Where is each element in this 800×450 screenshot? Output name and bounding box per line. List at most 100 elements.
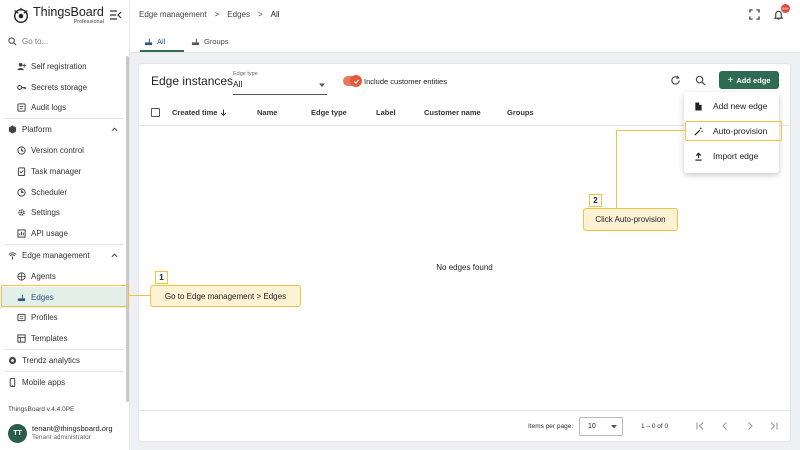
tab-groups[interactable]: Groups xyxy=(191,37,229,46)
sidebar-item-trendz-analytics[interactable]: Trendz analytics xyxy=(0,350,128,371)
search-icon[interactable] xyxy=(695,75,706,86)
column-label: Customer name xyxy=(424,108,481,117)
tab-bar: All Groups xyxy=(130,29,800,53)
sidebar-item-label: Settings xyxy=(31,208,60,218)
sidebar-item-profiles[interactable]: Profiles xyxy=(0,308,128,329)
items-per-page-select[interactable]: 10 xyxy=(579,417,623,436)
sidebar-item-edge-management[interactable]: Edge management xyxy=(0,245,128,266)
column-label[interactable]: Label xyxy=(376,108,396,117)
tab-all[interactable]: All xyxy=(144,37,165,46)
sidebar-item-label: Templates xyxy=(31,334,68,344)
dropdown-arrow-icon xyxy=(611,425,617,429)
sidebar-item-agents[interactable]: Agents xyxy=(0,266,128,287)
gear-icon xyxy=(17,208,26,217)
sidebar-item-label: Mobile apps xyxy=(22,377,66,387)
collapse-menu-icon[interactable] xyxy=(110,10,122,20)
tab-label: Groups xyxy=(204,37,229,46)
task-icon xyxy=(17,167,26,176)
sidebar-item-label: Edge management xyxy=(22,251,90,261)
page-title: Edge instances xyxy=(151,74,234,88)
user-role: Tenant administrator xyxy=(32,434,91,442)
upload-icon xyxy=(695,152,702,161)
history-icon xyxy=(17,146,26,155)
sidebar-nav: Self registration Secrets storage Audit … xyxy=(0,56,128,393)
sidebar-item-version-control[interactable]: Version control xyxy=(0,140,128,161)
user-profile[interactable]: TT tenant@thingsboard.org Tenant adminis… xyxy=(8,424,113,443)
last-page-icon[interactable] xyxy=(769,421,779,431)
step-2-callout: Click Auto-provision xyxy=(583,208,678,231)
sidebar-item-platform[interactable]: Platform xyxy=(0,119,128,140)
step-1-connector xyxy=(129,295,150,297)
brand-edition: Professional xyxy=(73,18,104,25)
search-input[interactable]: Go to... xyxy=(8,37,48,46)
dropdown-arrow-icon xyxy=(319,83,325,87)
menu-item-label: Import edge xyxy=(713,151,759,161)
select-all-checkbox[interactable] xyxy=(151,108,160,117)
column-customer-name[interactable]: Customer name xyxy=(424,108,481,117)
avatar: TT xyxy=(8,424,27,443)
step-2-connector xyxy=(616,130,618,208)
sidebar-item-label: Profiles xyxy=(31,313,58,323)
step-1-highlight xyxy=(1,285,129,307)
sidebar-item-secrets-storage[interactable]: Secrets storage xyxy=(0,77,128,98)
menu-item-import-edge[interactable]: Import edge xyxy=(684,145,779,167)
sidebar-item-label: Version control xyxy=(31,146,84,156)
breadcrumb: Edge management > Edges > All xyxy=(139,10,280,19)
fullscreen-icon[interactable] xyxy=(749,9,760,20)
sidebar-item-templates[interactable]: Templates xyxy=(0,328,128,349)
user-email: tenant@thingsboard.org xyxy=(32,424,113,434)
column-name[interactable]: Name xyxy=(257,108,277,117)
first-page-icon[interactable] xyxy=(695,421,705,431)
profile-icon xyxy=(17,313,26,322)
step-1-callout: Go to Edge management > Edges xyxy=(150,285,301,307)
sidebar: ThingsBoard Professional Go to... Self r… xyxy=(0,0,130,450)
mobile-icon xyxy=(8,377,17,387)
platform-icon xyxy=(8,125,17,134)
menu-item-label: Add new edge xyxy=(713,101,768,111)
sidebar-item-audit-logs[interactable]: Audit logs xyxy=(0,98,128,119)
breadcrumb-all: All xyxy=(270,10,280,19)
router-icon xyxy=(191,38,200,46)
plus-icon: + xyxy=(727,74,734,86)
include-customer-toggle[interactable] xyxy=(343,75,362,87)
previous-page-icon[interactable] xyxy=(720,421,730,431)
sidebar-item-self-registration[interactable]: Self registration xyxy=(0,56,128,77)
items-per-page-label: Items per page: xyxy=(528,423,574,430)
active-tab-indicator xyxy=(140,50,184,52)
sidebar-item-label: Task manager xyxy=(31,166,82,176)
include-customer-label: Include customer entities xyxy=(364,77,447,86)
column-label: Name xyxy=(257,108,278,117)
logo[interactable]: ThingsBoard Professional xyxy=(12,6,104,25)
next-page-icon[interactable] xyxy=(745,421,755,431)
step-2-number: 2 xyxy=(589,194,602,207)
api-usage-icon xyxy=(17,229,26,238)
sidebar-item-mobile-apps[interactable]: Mobile apps xyxy=(0,372,128,393)
thingsboard-logo-icon xyxy=(13,7,29,23)
trendz-icon xyxy=(8,356,17,365)
edge-type-select[interactable]: Edge type All xyxy=(233,71,327,95)
breadcrumb-edge-management[interactable]: Edge management xyxy=(139,10,207,19)
step-1-number: 1 xyxy=(155,271,168,284)
sidebar-item-label: Secrets storage xyxy=(31,82,88,92)
refresh-icon[interactable] xyxy=(670,75,681,86)
sidebar-item-scheduler[interactable]: Scheduler xyxy=(0,182,128,203)
column-created-time[interactable]: Created time xyxy=(172,108,227,117)
search-icon xyxy=(8,37,17,46)
clock-icon xyxy=(17,188,26,197)
paginator: Items per page: 10 1 – 0 of 0 xyxy=(139,410,790,441)
breadcrumb-edges[interactable]: Edges xyxy=(227,10,250,19)
sidebar-item-settings[interactable]: Settings xyxy=(0,203,128,224)
breadcrumb-separator: > xyxy=(257,10,263,19)
add-edge-button[interactable]: + Add edge xyxy=(719,71,779,89)
column-edge-type[interactable]: Edge type xyxy=(311,108,347,117)
step-2-connector xyxy=(616,130,686,132)
menu-item-add-new-edge[interactable]: Add new edge xyxy=(684,95,779,117)
column-groups[interactable]: Groups xyxy=(507,108,534,117)
tab-label: All xyxy=(157,37,166,46)
sidebar-item-api-usage[interactable]: API usage xyxy=(0,223,128,244)
edge-type-label: Edge type xyxy=(233,71,258,77)
column-label: Groups xyxy=(507,108,534,117)
sidebar-item-task-manager[interactable]: Task manager xyxy=(0,161,128,182)
sidebar-item-label: Trendz analytics xyxy=(22,356,80,366)
sidebar-scrollbar[interactable] xyxy=(126,56,129,402)
